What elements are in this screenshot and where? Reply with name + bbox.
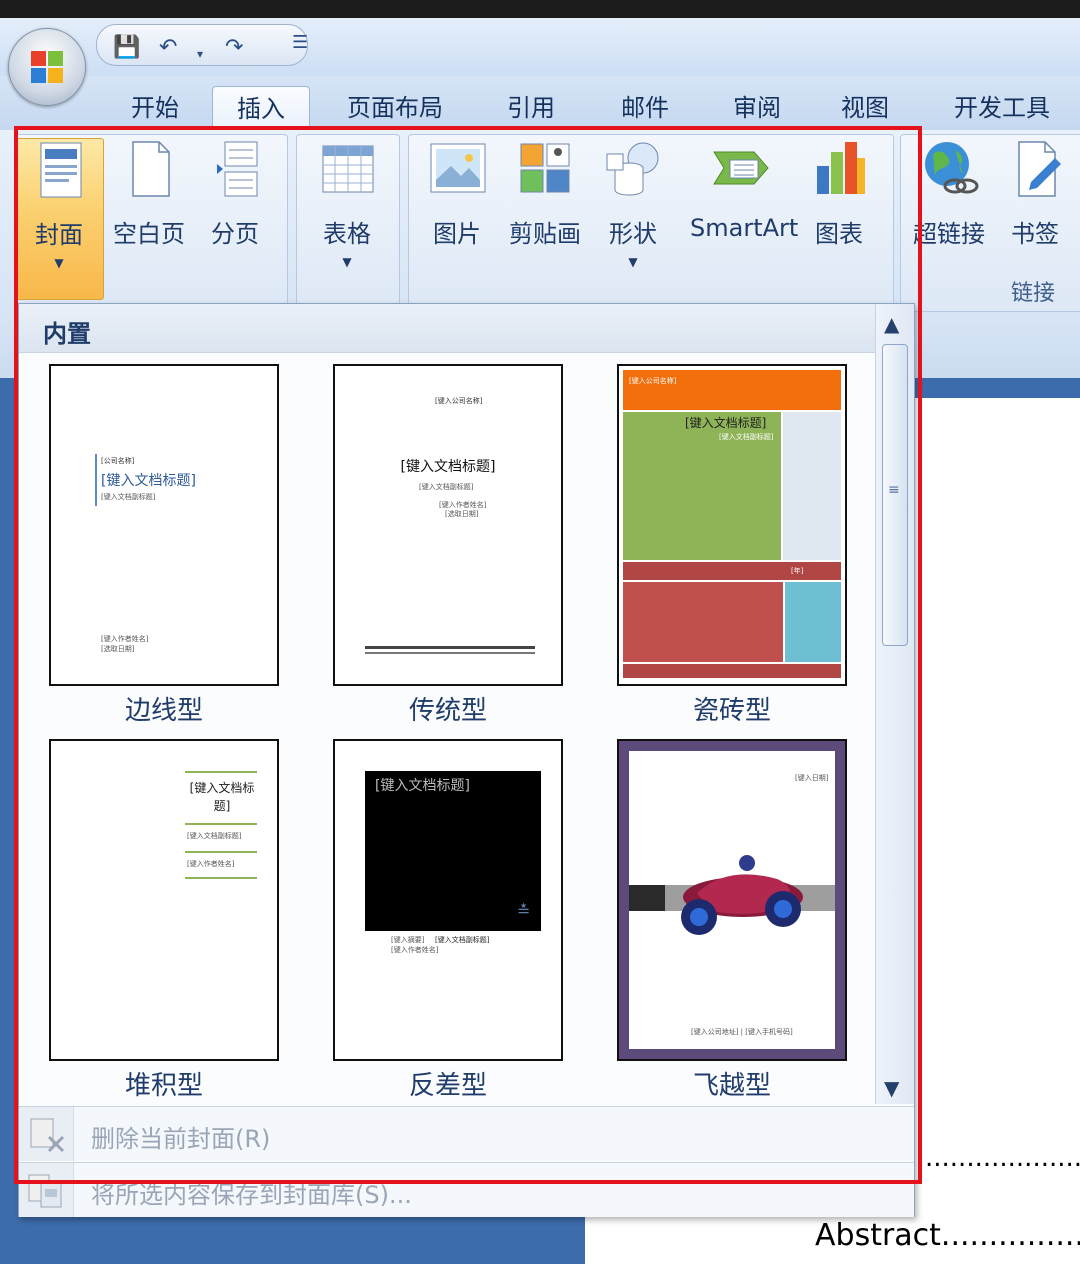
save-to-gallery-label: 将所选内容保存到封面库(S)...: [91, 1181, 412, 1209]
tab-page-layout[interactable]: 页面布局: [330, 86, 460, 130]
undo-icon[interactable]: ↶: [159, 37, 177, 59]
scroll-up-icon[interactable]: ▲: [884, 312, 899, 336]
cover-page-button[interactable]: 封面 ▼: [14, 138, 104, 300]
template-traditional[interactable]: [键入公司名称] [键入文档标题] [键入文档副标题] [键入作者姓名] [选取…: [333, 364, 563, 727]
remove-cover-label: 删除当前封面(R): [91, 1125, 271, 1153]
template-motion[interactable]: [键入日期] [键入公司地址] | [键入手机号码] 飞越型: [617, 739, 847, 1102]
qat-pill: 💾 ↶ ▾ ↷: [96, 24, 308, 66]
chart-label: 图表: [815, 220, 863, 248]
bookmark-label: 书签: [1011, 220, 1059, 248]
grip-icon: ≡: [888, 482, 900, 498]
tab-insert[interactable]: 插入: [212, 86, 310, 131]
chevron-down-icon: ▼: [342, 255, 352, 269]
blank-page-icon: [119, 138, 179, 200]
template-preview: [键入日期] [键入公司地址] | [键入手机号码]: [617, 739, 847, 1061]
clipart-icon: [515, 138, 575, 200]
cover-page-label: 封面: [35, 221, 83, 249]
chevron-down-icon: ▼: [628, 255, 638, 269]
word-window: 💾 ↶ ▾ ↷ ☰ 开始 插入 页面布局 引用 邮件 审阅 视图 开发工具 链接: [0, 18, 1080, 1264]
template-title: [键入文档标题]: [101, 473, 196, 489]
template-name: 堆积型: [124, 1071, 203, 1101]
template-sideline[interactable]: [公司名称] [键入文档标题] [键入文档副标题] [键入作者姓名] [选取日期…: [49, 364, 279, 727]
shapes-icon: [603, 138, 663, 200]
scroll-down-icon[interactable]: ▼: [884, 1076, 899, 1100]
toc-dots: ..........................: [925, 1143, 1080, 1173]
smartart-icon: [710, 138, 770, 200]
gallery-header-label: 内置: [43, 320, 91, 348]
office-button[interactable]: [8, 28, 86, 106]
bookmark-icon: [1005, 138, 1065, 200]
redo-icon[interactable]: ↷: [225, 37, 243, 59]
tab-developer[interactable]: 开发工具: [940, 86, 1064, 130]
globe-link-icon: [919, 138, 979, 200]
customize-qat-icon[interactable]: ☰: [292, 32, 308, 54]
quick-access-toolbar: 💾 ↶ ▾ ↷ ☰: [0, 18, 1080, 76]
shapes-label: 形状: [609, 220, 657, 248]
save-to-gallery-icon: [19, 1163, 74, 1217]
page-break-icon: [205, 138, 265, 200]
save-to-gallery-menu-item[interactable]: 将所选内容保存到封面库(S)...: [19, 1162, 914, 1217]
gallery-scrollbar[interactable]: ▲ ≡ ▼: [875, 304, 914, 1104]
template-name: 反差型: [408, 1071, 487, 1101]
tab-view[interactable]: 视图: [820, 86, 910, 130]
hyperlink-button[interactable]: 超链接: [904, 138, 994, 288]
blank-page-label: 空白页: [113, 220, 185, 248]
clipart-label: 剪贴画: [509, 220, 581, 248]
page-break-button[interactable]: 分页: [190, 138, 280, 288]
blank-page-button[interactable]: 空白页: [104, 138, 194, 288]
table-icon: [317, 138, 377, 200]
remove-cover-icon: [19, 1107, 74, 1161]
office-logo-icon: [31, 51, 63, 83]
hyperlink-label: 超链接: [913, 220, 985, 248]
template-name: 边线型: [124, 696, 203, 726]
template-preview: [键入公司名称] [键入文档标题] [键入文档副标题] [键入作者姓名] [选取…: [333, 364, 563, 686]
picture-button[interactable]: 图片: [412, 138, 502, 288]
template-name: 传统型: [408, 696, 487, 726]
picture-label: 图片: [433, 220, 481, 248]
chevron-down-icon: ▼: [54, 256, 64, 270]
smartart-label: SmartArt: [690, 214, 799, 242]
template-preview: [键入公司名称] [键入文档标题] [键入文档副标题] [年]: [617, 364, 847, 686]
tab-review[interactable]: 审阅: [712, 86, 802, 130]
template-title: [键入文档标题]: [189, 781, 255, 813]
gallery-header: 内置: [19, 304, 875, 353]
cover-page-gallery: 内置 [公司名称] [键入文档标题] [键入文档副标题] [键入作者姓名] [选…: [18, 303, 915, 1217]
template-preview: [键入文档标题] [键入文档副标题] [键入作者姓名]: [49, 739, 279, 1061]
template-title: [键入文档标题]: [400, 459, 496, 475]
template-name: 瓷砖型: [692, 696, 771, 726]
clipart-button[interactable]: 剪贴画: [500, 138, 590, 288]
template-name: 飞越型: [692, 1071, 771, 1101]
page-break-label: 分页: [211, 220, 259, 248]
undo-dropdown-icon[interactable]: ▾: [197, 43, 203, 65]
template-title: [键入文档标题]: [375, 778, 470, 794]
cover-page-icon: [29, 139, 89, 201]
chart-icon: [809, 138, 869, 200]
chart-button[interactable]: 图表: [794, 138, 884, 288]
tab-references[interactable]: 引用: [486, 86, 576, 130]
template-title: [键入文档标题]: [685, 416, 767, 430]
remove-cover-menu-item[interactable]: 删除当前封面(R): [19, 1106, 914, 1161]
template-preview: [公司名称] [键入文档标题] [键入文档副标题] [键入作者姓名] [选取日期…: [49, 364, 279, 686]
bookmark-button[interactable]: 书签: [990, 138, 1080, 288]
abstract-toc-entry: Abstract......................: [815, 1218, 1080, 1253]
save-icon[interactable]: 💾: [113, 37, 140, 59]
table-label: 表格: [323, 220, 371, 248]
template-tiles[interactable]: [键入公司名称] [键入文档标题] [键入文档副标题] [年] 瓷砖型: [617, 364, 847, 727]
picture-icon: [427, 138, 487, 200]
table-button[interactable]: 表格 ▼: [302, 138, 392, 288]
ribbon-tabs: 开始 插入 页面布局 引用 邮件 审阅 视图 开发工具: [0, 76, 1080, 131]
shapes-button[interactable]: 形状 ▼: [588, 138, 678, 288]
template-preview: [键入文档标题] ≛ [键入摘要] [键入作者姓名] [键入文档副标题]: [333, 739, 563, 1061]
tab-mailings[interactable]: 邮件: [600, 86, 690, 130]
template-stacks[interactable]: [键入文档标题] [键入文档副标题] [键入作者姓名] 堆积型: [49, 739, 279, 1102]
template-contrast[interactable]: [键入文档标题] ≛ [键入摘要] [键入作者姓名] [键入文档副标题] 反差型: [333, 739, 563, 1102]
race-car-icon: [681, 855, 803, 935]
smartart-button[interactable]: SmartArt: [690, 138, 799, 288]
tab-home[interactable]: 开始: [110, 86, 200, 130]
